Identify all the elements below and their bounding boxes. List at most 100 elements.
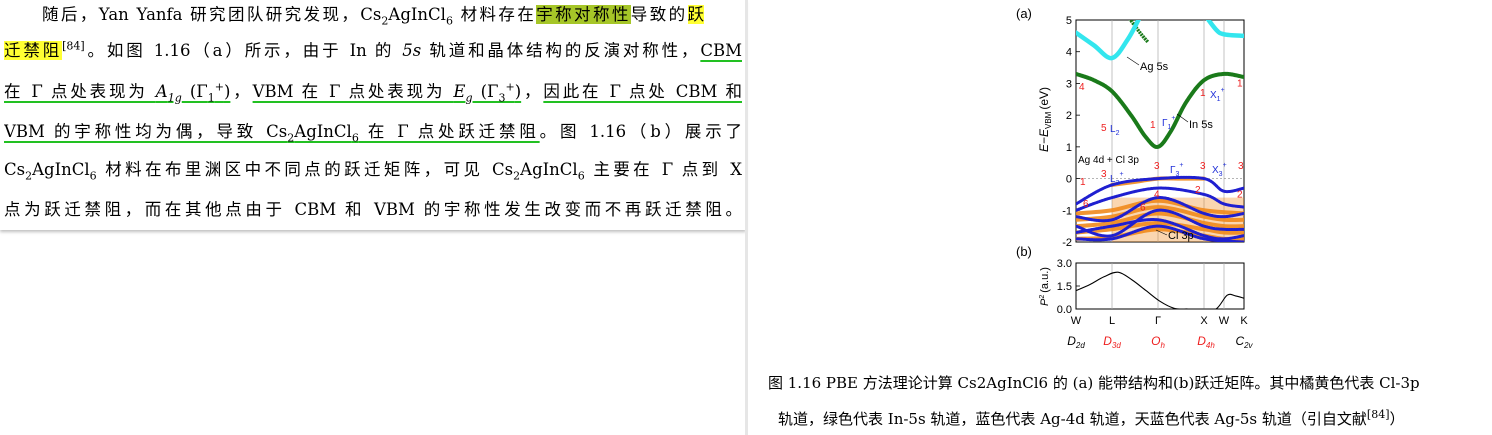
ag5s-pointer xyxy=(1126,56,1140,66)
parity-number: 6 xyxy=(1083,199,1089,210)
subscript: 6 xyxy=(351,131,359,145)
text-run: 。图 1.16（b）展示了 xyxy=(539,122,742,141)
parity-number: 1 xyxy=(1080,177,1086,188)
kpoint-label: X xyxy=(1200,315,1208,327)
label-cl3p: Cl 3p xyxy=(1168,230,1194,242)
italic-text: E xyxy=(453,82,466,101)
y-tick-label: 2 xyxy=(1066,110,1072,122)
y-tick-label: 3.0 xyxy=(1057,258,1072,270)
parity-number: 6 xyxy=(1140,202,1146,213)
text-run: AgInCl xyxy=(520,160,578,179)
highlight-yellow: 迁禁阻 xyxy=(4,41,63,60)
y-label-text: E−E xyxy=(1037,128,1051,152)
y-tick-label: 0 xyxy=(1066,174,1072,186)
underlined-span: VBM 在 Γ 点处表现为 Eg (Γ3+) xyxy=(252,80,522,105)
underlined-text: 因此在 Γ 点处 CBM 和 xyxy=(543,82,742,101)
kpoint-label: Γ xyxy=(1155,315,1161,327)
text-run: Cs xyxy=(4,160,26,179)
y-tick-label: 1 xyxy=(1066,142,1072,154)
y-tick-label: 1.5 xyxy=(1057,281,1072,293)
subscript: g xyxy=(465,91,473,105)
y-tick-label: -1 xyxy=(1062,205,1072,217)
text-run: ， xyxy=(521,82,544,101)
citation: [84] xyxy=(62,39,85,53)
subscript: 1g xyxy=(167,91,182,105)
in5s-curve xyxy=(1076,71,1244,149)
irrep-G3: Γ3+ xyxy=(1170,162,1184,178)
page-divider xyxy=(745,0,748,435)
figure-1-16: (a) (b) -2 -1 0 1 2 3 4 5 E−EVBM(eV) Ag 5s In 5… xyxy=(1006,2,1272,357)
panel-b-label: (b) xyxy=(1016,244,1032,259)
caption-citation: [84] xyxy=(1366,408,1390,421)
panel-b-frame xyxy=(1075,262,1245,310)
parity-number: 2 xyxy=(1237,190,1243,201)
text-run: AgInCl xyxy=(32,160,90,179)
text-run: ， xyxy=(230,82,253,101)
highlight-yellow: 跃 xyxy=(687,5,704,24)
text-run: 主要在 Γ 点到 X xyxy=(584,160,742,179)
paragraph-line-1: 随后，Yan Yanfa 研究团队研究发现，Cs2AgInCl6 材料存在宇称对… xyxy=(4,2,704,28)
symmetry-labels: D2d D3d Oh D4h C2v xyxy=(1067,334,1253,350)
y-tick-label: 4 xyxy=(1066,47,1072,59)
text-run: 在 Γ 点处跃迁禁阻 xyxy=(358,122,540,141)
text-run: 轨道和晶体结构的反演对称性， xyxy=(421,41,701,60)
text-run: 随后，Yan Yanfa 研究团队研究发现，Cs xyxy=(42,5,382,24)
y-label-unit: (eV) xyxy=(1037,87,1051,110)
document-page-left: 随后，Yan Yanfa 研究团队研究发现，Cs2AgInCl6 材料存在宇称对… xyxy=(0,0,746,230)
y-tick-label: 3 xyxy=(1066,78,1072,90)
parity-number: 4 xyxy=(1079,82,1085,93)
symmetry-label: D3d xyxy=(1103,334,1121,350)
text-run: AgInCl xyxy=(294,122,352,141)
kpoint-label: K xyxy=(1240,315,1248,327)
y-axis-label-b: P2(a.u.) xyxy=(1039,267,1051,306)
panel-a-label: (a) xyxy=(1016,6,1032,21)
y-tick-label: -2 xyxy=(1062,237,1072,249)
parity-number: 1 xyxy=(1237,79,1243,90)
text-run: VBM 的宇称性均为偶，导致 Cs xyxy=(4,122,288,141)
parity-number: 5 xyxy=(1101,123,1107,134)
y-label-sub: VBM xyxy=(1044,111,1053,129)
underlined-span: VBM 的宇称性均为偶，导致 Cs2AgInCl6 在 Γ 点处跃迁禁阻 xyxy=(4,122,540,145)
subscript: 6 xyxy=(577,169,585,183)
superscript: + xyxy=(505,80,515,94)
parity-number: 4 xyxy=(1154,190,1160,201)
ag5s-curve-left xyxy=(1076,20,1141,61)
caption-text: 轨道，绿色代表 In-5s 轨道，蓝色代表 Ag-4d 轨道，天蓝色代表 Ag-… xyxy=(778,410,1367,428)
text-run: (Γ xyxy=(472,82,499,101)
symmetry-label: C2v xyxy=(1235,334,1253,350)
text-run: 材料在布里渊区中不同点的跃迁矩阵，可见 Cs xyxy=(96,160,514,179)
parity-number: 1 xyxy=(1200,88,1206,99)
text-run: 导致的 xyxy=(630,5,688,24)
kpoint-label: W xyxy=(1219,315,1230,327)
text-run: (Γ xyxy=(181,82,208,101)
kpoint-label: W xyxy=(1071,315,1082,327)
symmetry-label: D4h xyxy=(1197,334,1215,350)
label-ag4d: Ag 4d + Cl 3p xyxy=(1078,155,1139,166)
parity-number: 1 xyxy=(1150,120,1156,131)
italic-text: 5s xyxy=(402,41,422,60)
irrep-X3: X3+ xyxy=(1212,162,1227,178)
text-run: AgInCl xyxy=(388,5,446,24)
text-run: 材料存在 xyxy=(452,5,537,24)
transition-curve xyxy=(1076,271,1244,309)
underlined-span: 在 Γ 点处表现为 A1g (Γ1+) xyxy=(4,82,230,105)
y-label-b-unit: (a.u.) xyxy=(1039,267,1051,293)
label-in5s: In 5s xyxy=(1189,119,1213,131)
label-ag5s: Ag 5s xyxy=(1140,61,1169,73)
paragraph-line-2: 迁禁阻[84]。如图 1.16（a）所示，由于 In 的 5s 轨道和晶体结构的… xyxy=(4,38,742,64)
subscript: 1 xyxy=(207,91,215,105)
symmetry-label: D2d xyxy=(1067,334,1085,350)
underlined-text: CBM xyxy=(700,41,742,60)
text-run: 点为跃迁禁阻，而在其他点由于 CBM 和 VBM 的宇称性发生改变而不再跃迁禁阻… xyxy=(4,200,742,219)
text-run: VBM 在 Γ 点处表现为 xyxy=(252,82,454,101)
figure-caption-line-2: 轨道，绿色代表 In-5s 轨道，蓝色代表 Ag-4d 轨道，天蓝色代表 Ag-… xyxy=(778,408,1405,430)
y-tick-label: 5 xyxy=(1066,15,1072,27)
irrep-X1: X1+ xyxy=(1210,87,1225,103)
y-axis-label-a: E−EVBM(eV) xyxy=(1037,87,1053,152)
kpoint-lines-b xyxy=(1111,263,1225,309)
irrep-L2: L2 xyxy=(1110,124,1120,137)
y-axis-ticks-b: 0.0 1.5 3.0 xyxy=(1057,258,1080,316)
paragraph-line-6: 点为跃迁禁阻，而在其他点由于 CBM 和 VBM 的宇称性发生改变而不再跃迁禁阻… xyxy=(4,197,742,223)
paragraph-line-4: VBM 的宇称性均为偶，导致 Cs2AgInCl6 在 Γ 点处跃迁禁阻。图 1… xyxy=(4,119,742,145)
parity-number: 2 xyxy=(1195,185,1201,196)
